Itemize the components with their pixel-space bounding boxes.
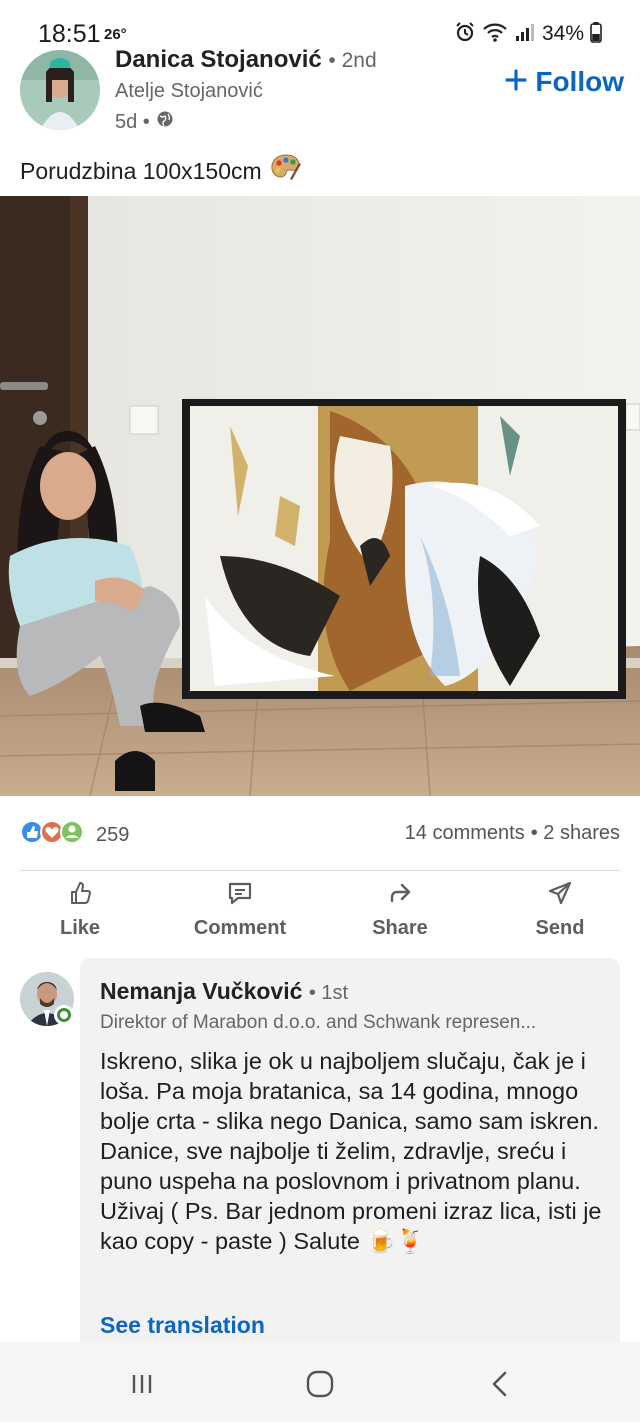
system-nav-bar (0, 1342, 640, 1422)
like-icon (67, 880, 93, 911)
share-button[interactable]: Share (320, 880, 480, 940)
commenter-name[interactable]: Nemanja Vučković • 1st (100, 978, 348, 1005)
like-button[interactable]: Like (0, 880, 160, 940)
status-time: 18:51 (38, 20, 101, 48)
reaction-icons (20, 818, 88, 852)
palette-icon (270, 153, 302, 189)
recent-apps-icon (129, 1371, 155, 1402)
globe-icon (156, 110, 174, 134)
send-button[interactable]: Send (480, 880, 640, 940)
author-avatar[interactable] (20, 50, 100, 130)
plus-icon (505, 66, 527, 98)
post-age: 5d • (115, 110, 174, 134)
divider (20, 870, 620, 871)
back-button[interactable] (480, 1366, 520, 1406)
wifi-icon (482, 21, 508, 48)
follow-label: Follow (535, 66, 624, 97)
commenter-name-text[interactable]: Nemanja Vučković (100, 978, 302, 1004)
share-label: Share (372, 917, 428, 939)
status-temperature: 26° (104, 26, 127, 43)
home-button[interactable] (300, 1366, 340, 1406)
author-degree: • 2nd (328, 49, 377, 72)
battery-percent: 34% (541, 22, 584, 45)
post-photo[interactable] (0, 196, 640, 796)
send-icon (547, 880, 573, 911)
share-icon (387, 880, 413, 911)
post-text-content: Porudzbina 100x150cm (20, 157, 262, 184)
engagement-counts[interactable]: 14 comments • 2 shares (405, 822, 620, 845)
reactions-summary[interactable]: 259 (20, 818, 129, 852)
author-name-text[interactable]: Danica Stojanović (115, 46, 322, 73)
comment-body-text: Iskreno, slika je ok u najboljem slučaju… (100, 1048, 602, 1254)
signal-icon (514, 21, 536, 48)
online-status-icon (54, 1005, 74, 1025)
comment-card[interactable]: Nemanja Vučković • 1st Direktor of Marab… (80, 958, 620, 1378)
comment-button[interactable]: Comment (160, 880, 320, 940)
shares-count[interactable]: • 2 shares (531, 822, 620, 845)
follow-button[interactable]: Follow (505, 66, 624, 98)
post-text: Porudzbina 100x150cm (20, 153, 302, 189)
author-name[interactable]: Danica Stojanović • 2nd (115, 46, 377, 74)
comment-body: Iskreno, slika je ok u najboljem slučaju… (100, 1046, 610, 1256)
commenter-degree: • 1st (308, 982, 349, 1004)
comments-count[interactable]: 14 comments (405, 822, 525, 845)
battery-icon (590, 21, 602, 48)
alarm-icon (454, 21, 476, 48)
comment-emoji: 🍺🍹 (366, 1228, 426, 1254)
author-company: Atelje Stojanović (115, 80, 263, 102)
reaction-count: 259 (96, 823, 130, 846)
commenter-headline: Direktor of Marabon d.o.o. and Schwank r… (100, 1012, 537, 1033)
see-translation-link[interactable]: See translation (100, 1312, 265, 1339)
recent-apps-button[interactable] (122, 1366, 162, 1406)
home-icon (305, 1369, 335, 1404)
comment-label: Comment (193, 917, 287, 939)
comment-icon (226, 880, 254, 911)
post-age-text: 5d • (115, 110, 150, 133)
status-bar: 18:51 26° 34% (0, 0, 640, 48)
post-photo-illustration (0, 196, 640, 796)
send-label: Send (535, 917, 585, 939)
status-icons: 34% (454, 20, 602, 48)
like-label: Like (59, 917, 101, 939)
back-icon (488, 1370, 512, 1403)
online-ring (57, 1008, 71, 1022)
